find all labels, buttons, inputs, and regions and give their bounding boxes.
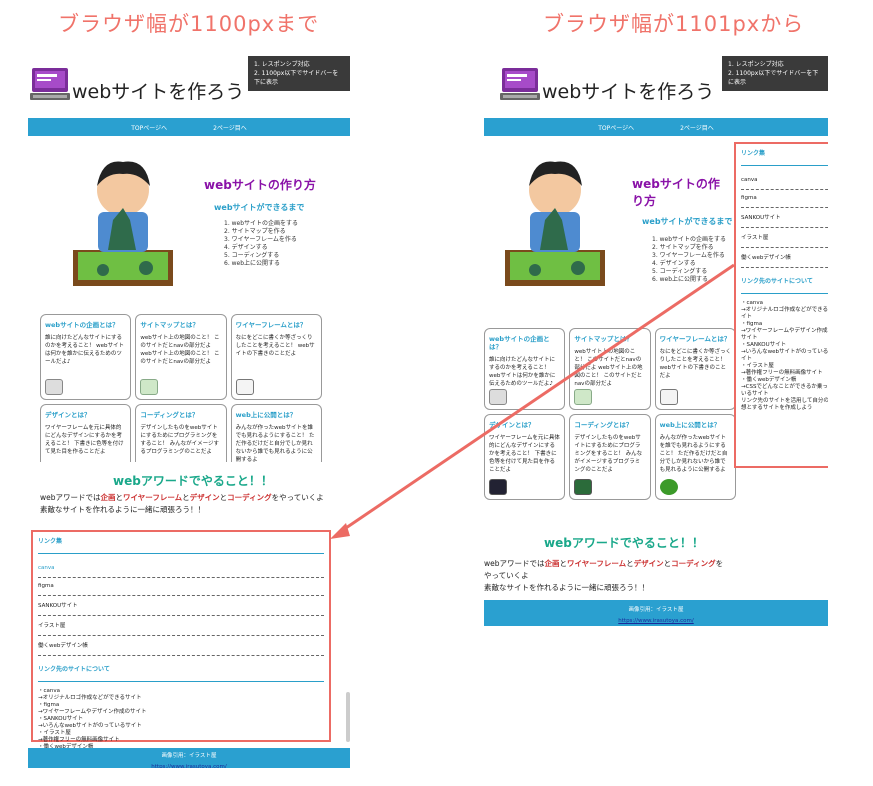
move-arrow-icon — [330, 263, 735, 539]
comparison-page: ブラウザ幅が1100pxまで ブラウザ幅が1101pxから 1. レスポンシブ対… — [0, 0, 873, 786]
